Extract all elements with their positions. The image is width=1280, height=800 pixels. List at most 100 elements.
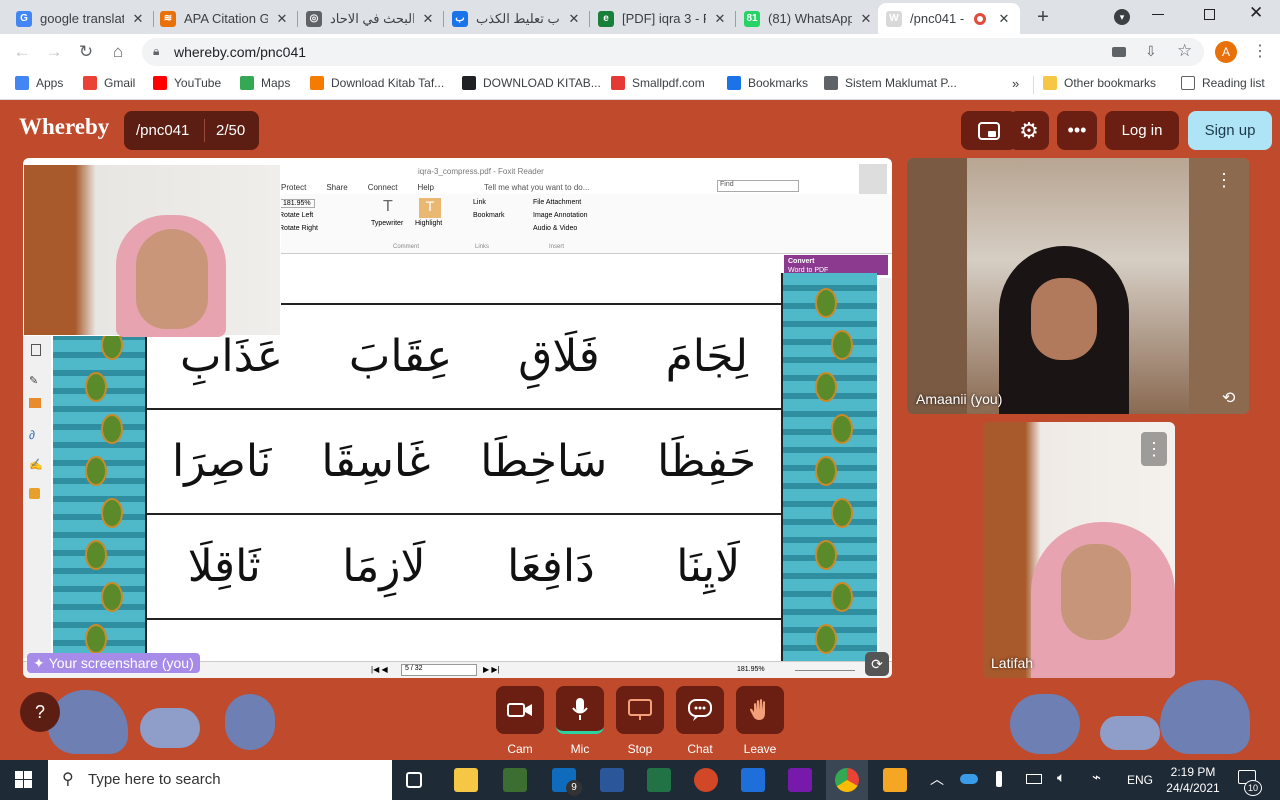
address-bar[interactable]: 🔒︎ whereby.com/pnc041 ⇩ ☆: [142, 38, 1204, 66]
settings-button[interactable]: ⚙: [1009, 111, 1049, 150]
rotate-right[interactable]: Rotate Right: [279, 225, 318, 232]
chat-button[interactable]: [676, 686, 724, 734]
annotation-icon[interactable]: ✎: [29, 374, 38, 387]
close-tab-icon[interactable]: ✕: [420, 11, 436, 27]
zoom-field[interactable]: 181.95%: [279, 199, 315, 208]
close-tab-icon[interactable]: ✕: [566, 11, 582, 27]
close-window-button[interactable]: ✕: [1249, 3, 1263, 23]
file-attachment-button[interactable]: File Attachment: [533, 199, 581, 206]
bookmark-star-icon[interactable]: ☆: [1177, 41, 1192, 61]
forward-button[interactable]: →: [42, 40, 66, 64]
leave-button[interactable]: [736, 686, 784, 734]
whereby-logo[interactable]: Whereby: [19, 114, 109, 140]
tab-0[interactable]: Ggoogle translat ✕: [8, 3, 154, 34]
stop-button[interactable]: [616, 686, 664, 734]
powerpoint-icon[interactable]: [694, 768, 718, 792]
zoom-slider[interactable]: [795, 670, 855, 671]
signature-icon[interactable]: ✍: [29, 458, 43, 471]
bookmark-item[interactable]: Sistem Maklumat P...: [824, 76, 957, 90]
tab-3[interactable]: ب باب تعليط الكذب ✕: [444, 3, 590, 34]
page-first-icon[interactable]: |◀ ◀: [371, 665, 388, 674]
tile-menu-button[interactable]: ⋮: [1141, 432, 1167, 466]
word-icon[interactable]: [600, 768, 624, 792]
app-icon-orange[interactable]: [883, 768, 907, 792]
menu-connect[interactable]: Connect: [368, 183, 398, 192]
bookmarks-overflow[interactable]: »: [1012, 76, 1019, 91]
whiteboard-icon[interactable]: [741, 768, 765, 792]
clock[interactable]: 2:19 PM 24/4/2021: [1158, 764, 1228, 796]
convert-panel[interactable]: Convert Word to PDF: [784, 255, 888, 275]
lock-doc-icon[interactable]: [29, 488, 40, 499]
app-icon-green[interactable]: [503, 768, 527, 792]
bookmark-item[interactable]: YouTube: [153, 76, 221, 90]
close-tab-icon[interactable]: ✕: [996, 11, 1012, 27]
back-button[interactable]: ←: [10, 40, 34, 64]
typewriter-button[interactable]: Typewriter: [371, 220, 403, 227]
camera-in-use-icon[interactable]: [1112, 47, 1126, 57]
menu-share[interactable]: Share: [326, 183, 347, 192]
switch-camera-button[interactable]: ⟲: [1222, 388, 1235, 408]
taskbar-search-box[interactable]: ⚲ Type here to search: [48, 760, 392, 800]
audio-video-button[interactable]: Audio & Video: [533, 225, 577, 232]
bookmark-item[interactable]: Maps: [240, 76, 290, 90]
cam-button[interactable]: [496, 686, 544, 734]
link-button[interactable]: Link: [473, 199, 486, 206]
pages-icon[interactable]: [31, 344, 41, 356]
bookmark-item[interactable]: DOWNLOAD KITAB...: [462, 76, 601, 90]
rotate-left[interactable]: Rotate Left: [279, 212, 313, 219]
tab-5[interactable]: 81 (81) WhatsApp ✕: [736, 3, 882, 34]
lock-icon[interactable]: 🔒︎: [153, 44, 159, 59]
url-text[interactable]: whereby.com/pnc041: [174, 44, 306, 60]
comments-icon[interactable]: [29, 398, 41, 408]
home-button[interactable]: ⌂: [106, 40, 130, 64]
profile-avatar[interactable]: A: [1215, 41, 1237, 63]
task-view-icon[interactable]: [406, 772, 422, 788]
language-indicator[interactable]: ENG: [1127, 773, 1153, 787]
onedrive-icon[interactable]: [960, 774, 978, 784]
more-options-button[interactable]: •••: [1057, 111, 1097, 150]
tell-me-box[interactable]: Tell me what you want to do...: [484, 183, 589, 192]
windows-start-icon[interactable]: [15, 771, 32, 788]
reading-list[interactable]: Reading list: [1181, 76, 1265, 90]
bookmark-item[interactable]: Gmail: [83, 76, 135, 90]
find-box[interactable]: Find: [717, 180, 799, 192]
highlight-button[interactable]: Highlight: [415, 220, 442, 227]
menu-protect[interactable]: Protect: [281, 183, 306, 192]
onenote-icon[interactable]: [788, 768, 812, 792]
tile-menu-button[interactable]: ⋮: [1215, 170, 1233, 191]
attachment-icon[interactable]: ∂: [29, 428, 35, 442]
mic-button[interactable]: [556, 686, 604, 734]
tab-1[interactable]: ≋ APA Citation Gu ✕: [152, 3, 298, 34]
page-number-field[interactable]: 5 / 32: [401, 664, 477, 676]
tab-search-icon[interactable]: ▾: [1114, 9, 1130, 25]
close-tab-icon[interactable]: ✕: [712, 11, 728, 27]
bookmark-item[interactable]: Apps: [15, 76, 63, 90]
tray-chevron-icon[interactable]: ︿: [930, 769, 944, 789]
close-tab-icon[interactable]: ✕: [274, 11, 290, 27]
image-annotation-button[interactable]: Image Annotation: [533, 212, 588, 219]
tab-2[interactable]: ◎ البحث في الاحاد ✕: [298, 3, 444, 34]
menu-help[interactable]: Help: [418, 183, 434, 192]
bookmark-item[interactable]: Smallpdf.com: [611, 76, 705, 90]
chrome-active[interactable]: [826, 760, 868, 800]
restore-button[interactable]: [1204, 9, 1215, 20]
login-button[interactable]: Log in: [1105, 111, 1179, 150]
bookmark-item[interactable]: Download Kitab Taf...: [310, 76, 444, 90]
vertical-scrollbar[interactable]: [879, 278, 891, 658]
help-button[interactable]: ?: [20, 692, 60, 732]
tab-4[interactable]: e [PDF] iqra 3 - F ✕: [590, 3, 736, 34]
other-bookmarks[interactable]: Other bookmarks: [1043, 76, 1156, 90]
network-icon[interactable]: ⌁: [1092, 768, 1101, 786]
reload-button[interactable]: ↻: [74, 40, 98, 64]
bookmark-item[interactable]: Bookmarks: [727, 76, 808, 90]
close-tab-icon[interactable]: ✕: [858, 11, 874, 27]
battery-icon[interactable]: [1026, 774, 1042, 784]
page-next-icon[interactable]: ▶ ▶|: [483, 665, 500, 674]
bookmark-button[interactable]: Bookmark: [473, 212, 505, 219]
file-explorer-icon[interactable]: [454, 768, 478, 792]
close-tab-icon[interactable]: ✕: [130, 11, 146, 27]
menu-icon[interactable]: ⋮: [1252, 41, 1268, 61]
new-tab-button[interactable]: +: [1030, 5, 1056, 29]
volume-icon[interactable]: 🔈︎: [1057, 769, 1065, 786]
usb-icon[interactable]: [996, 771, 1002, 787]
